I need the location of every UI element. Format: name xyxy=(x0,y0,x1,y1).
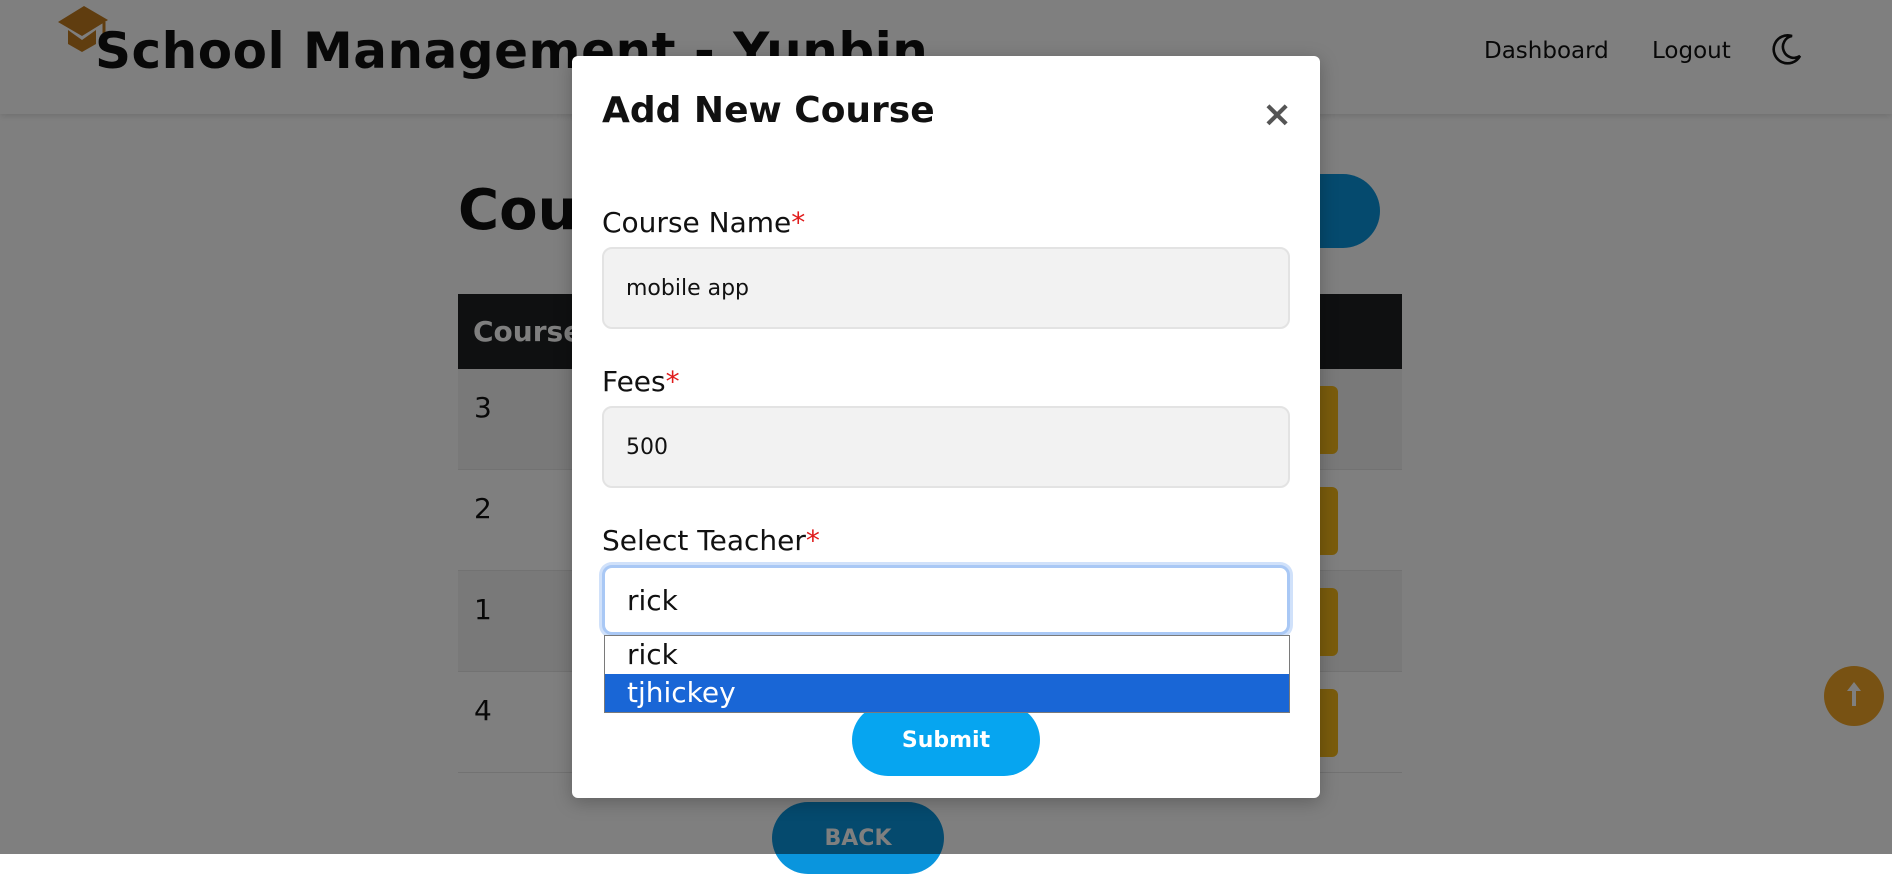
fees-input[interactable] xyxy=(602,406,1290,488)
teacher-dropdown: rick tjhickey xyxy=(604,635,1290,713)
submit-button[interactable]: Submit xyxy=(852,704,1040,776)
teacher-option[interactable]: rick xyxy=(605,636,1289,674)
select-teacher-label: Select Teacher* xyxy=(602,524,820,557)
teacher-input[interactable] xyxy=(602,565,1290,635)
fees-label: Fees* xyxy=(602,365,680,398)
close-icon[interactable]: × xyxy=(1262,96,1292,134)
course-name-label: Course Name* xyxy=(602,206,806,239)
modal-title: Add New Course xyxy=(602,90,935,131)
required-marker: * xyxy=(805,524,820,557)
required-marker: * xyxy=(791,206,806,239)
course-name-input[interactable] xyxy=(602,247,1290,329)
required-marker: * xyxy=(665,365,680,398)
teacher-option-highlighted[interactable]: tjhickey xyxy=(605,674,1289,712)
add-course-modal: Add New Course × Course Name* Fees* Sele… xyxy=(572,56,1320,798)
